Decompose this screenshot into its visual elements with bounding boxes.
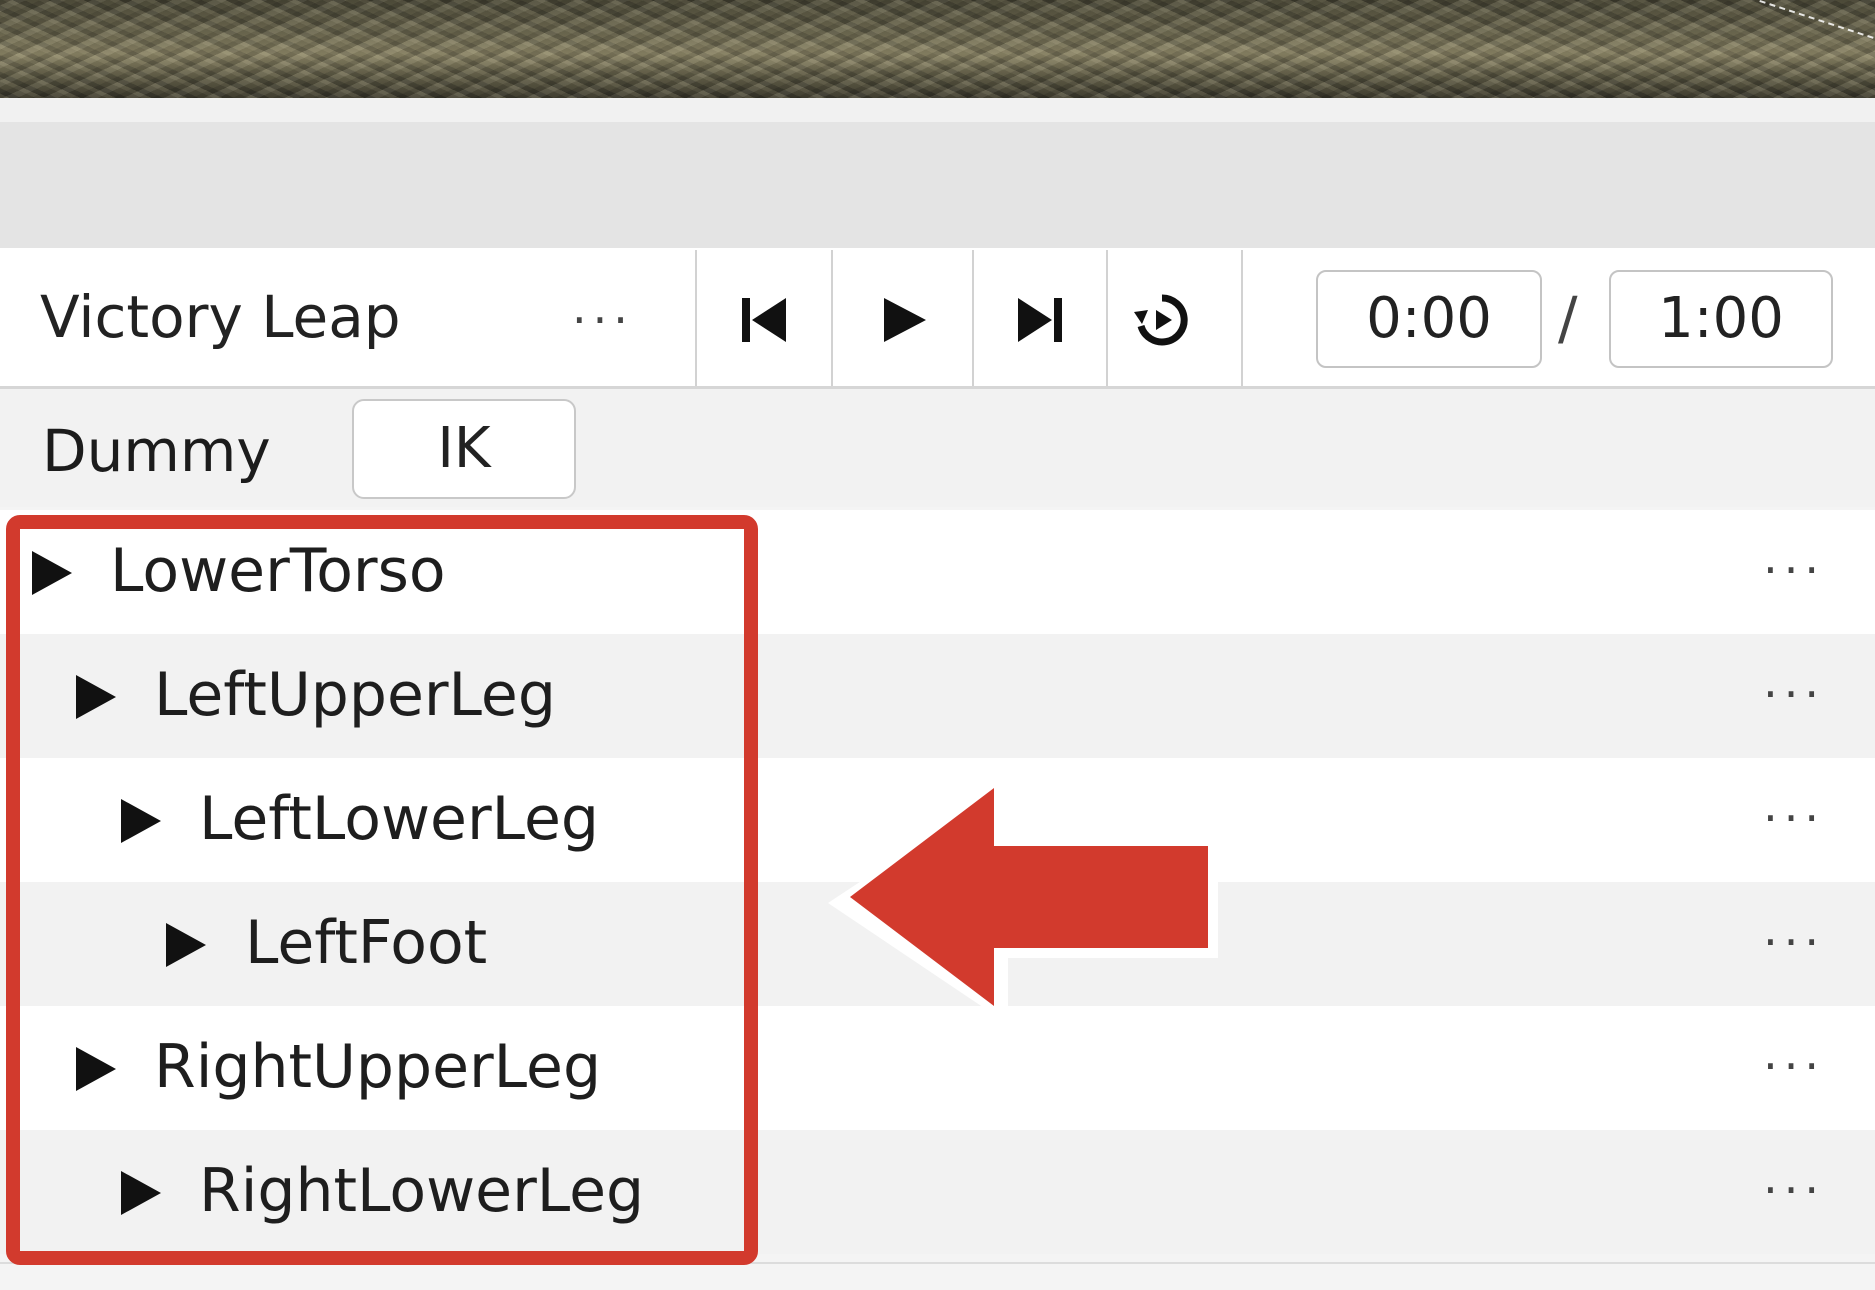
- current-time-field[interactable]: 0:00: [1316, 270, 1542, 368]
- skip-to-start-button[interactable]: [699, 262, 829, 378]
- play-icon: [884, 298, 926, 342]
- viewport-terrain: [0, 0, 1875, 98]
- track-menu-button[interactable]: ···: [1763, 671, 1825, 717]
- play-button[interactable]: [839, 262, 969, 378]
- time-separator: /: [1558, 284, 1578, 352]
- divider: [1241, 250, 1243, 386]
- divider: [695, 250, 697, 386]
- loop-icon: [1134, 294, 1188, 346]
- panel-bottom-edge: [0, 1262, 1875, 1290]
- animation-title[interactable]: Victory Leap: [40, 284, 401, 350]
- annotation-highlight-box: [6, 515, 758, 1265]
- divider: [972, 250, 974, 386]
- animation-menu-button[interactable]: ···: [572, 297, 634, 343]
- toolbar-band: [0, 98, 1875, 248]
- loop-button[interactable]: [1110, 262, 1240, 378]
- rig-row: [0, 389, 1875, 507]
- track-menu-button[interactable]: ···: [1763, 795, 1825, 841]
- duration-field[interactable]: 1:00: [1609, 270, 1833, 368]
- divider: [831, 250, 833, 386]
- skip-to-start-icon: [742, 298, 786, 342]
- skip-to-end-button[interactable]: [975, 262, 1105, 378]
- divider: [1106, 250, 1108, 386]
- track-menu-button[interactable]: ···: [1763, 919, 1825, 965]
- skip-to-end-icon: [1018, 298, 1062, 342]
- annotation-arrow-icon: [828, 784, 1218, 1024]
- rig-name: Dummy: [42, 417, 271, 485]
- track-menu-button[interactable]: ···: [1763, 547, 1825, 593]
- track-menu-button[interactable]: ···: [1763, 1167, 1825, 1213]
- ik-button[interactable]: IK: [352, 399, 576, 499]
- track-menu-button[interactable]: ···: [1763, 1043, 1825, 1089]
